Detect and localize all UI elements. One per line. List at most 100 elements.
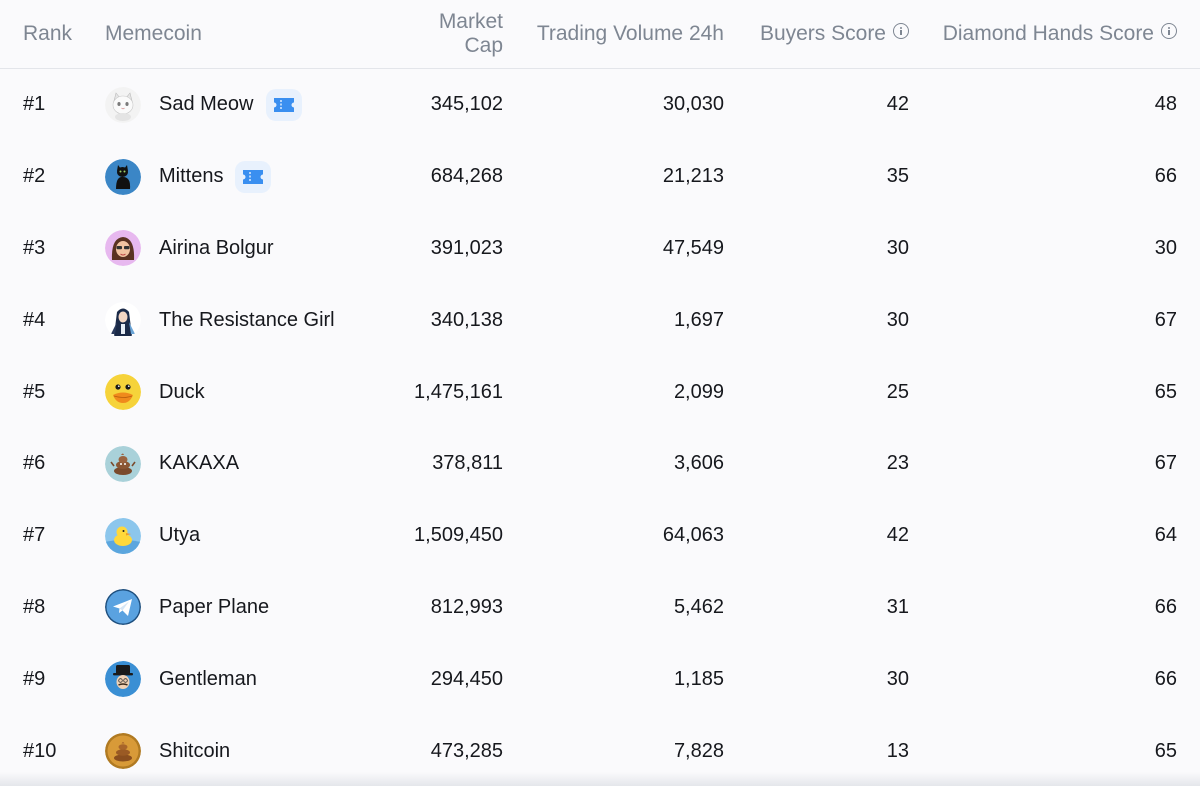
memecoin-name[interactable]: Sad Meow — [159, 93, 254, 116]
trading-volume-cell: 21,213 — [662, 165, 724, 188]
diamond-hands-score-cell: 67 — [1154, 452, 1177, 475]
table-body: #1 Sad Meow 345,102 30,030 42 48 #2 Mittens 684,… — [0, 69, 1200, 786]
buyers-score-cell: 42 — [886, 93, 909, 116]
market-cap-cell: 812,993 — [430, 595, 503, 618]
info-icon[interactable] — [1161, 23, 1177, 39]
trading-volume-cell: 5,462 — [673, 595, 724, 618]
duck-avatar — [105, 374, 141, 411]
header-rank[interactable]: Rank — [0, 22, 105, 46]
ticket-icon — [265, 88, 302, 121]
trading-volume-cell: 1,697 — [673, 308, 724, 331]
buyers-score-cell: 30 — [886, 236, 909, 259]
market-cap-cell: 1,509,450 — [414, 524, 503, 547]
memecoin-cell[interactable]: Mittens — [105, 158, 405, 195]
buyers-score-cell: 23 — [886, 452, 909, 475]
memecoin-cell[interactable]: Duck — [105, 374, 405, 411]
table-header: Rank Memecoin Market Cap Trading Volume … — [0, 0, 1200, 69]
memecoin-cell[interactable]: Utya — [105, 517, 405, 554]
rank-cell: #9 — [23, 667, 46, 690]
memecoin-cell[interactable]: Gentleman — [105, 661, 405, 698]
scroll-fade — [0, 772, 1200, 786]
resistance-girl-avatar — [105, 302, 141, 339]
shitcoin-avatar — [105, 733, 141, 770]
black-cat-avatar — [105, 158, 141, 195]
memecoin-name[interactable]: Utya — [159, 524, 200, 547]
table-row[interactable]: #4 The Resistance Girl 340,138 1,697 30 67 — [0, 284, 1200, 356]
memecoin-cell[interactable]: Sad Meow — [105, 86, 405, 123]
header-market-cap[interactable]: Market Cap — [405, 10, 503, 58]
memecoin-name[interactable]: Airina Bolgur — [159, 237, 274, 260]
table-row[interactable]: #5 Duck 1,475,161 2,099 25 65 — [0, 356, 1200, 428]
market-cap-cell: 294,450 — [430, 667, 503, 690]
market-cap-cell: 684,268 — [430, 165, 503, 188]
memecoin-cell[interactable]: Shitcoin — [105, 733, 405, 770]
paper-plane-avatar — [105, 589, 141, 626]
rank-cell: #4 — [23, 308, 46, 331]
trading-volume-cell: 1,185 — [673, 667, 724, 690]
diamond-hands-score-cell: 48 — [1154, 93, 1177, 116]
diamond-hands-score-cell: 67 — [1154, 308, 1177, 331]
utya-duck-avatar — [105, 517, 141, 554]
memecoin-name[interactable]: Duck — [159, 381, 205, 404]
memecoin-cell[interactable]: Airina Bolgur — [105, 230, 405, 267]
diamond-hands-score-cell: 66 — [1154, 667, 1177, 690]
memecoin-table: Rank Memecoin Market Cap Trading Volume … — [0, 0, 1200, 786]
diamond-hands-score-cell: 65 — [1154, 380, 1177, 403]
rank-cell: #7 — [23, 524, 46, 547]
trading-volume-cell: 47,549 — [662, 236, 724, 259]
market-cap-cell: 1,475,161 — [414, 380, 503, 403]
ticket-icon — [235, 160, 272, 193]
table-row[interactable]: #7 Utya 1,509,450 64,063 42 64 — [0, 500, 1200, 572]
rank-cell: #10 — [23, 739, 57, 762]
rank-cell: #3 — [23, 236, 46, 259]
memecoin-name[interactable]: Gentleman — [159, 668, 257, 691]
table-row[interactable]: #9 Gentleman 294,450 1,185 30 66 — [0, 643, 1200, 715]
trading-volume-cell: 3,606 — [673, 452, 724, 475]
memecoin-name[interactable]: KAKAXA — [159, 452, 239, 475]
diamond-hands-score-cell: 66 — [1154, 595, 1177, 618]
diamond-hands-score-cell: 30 — [1154, 236, 1177, 259]
market-cap-cell: 473,285 — [430, 739, 503, 762]
buyers-score-cell: 35 — [886, 165, 909, 188]
diamond-hands-score-cell: 66 — [1154, 165, 1177, 188]
header-diamond-hands-score[interactable]: Diamond Hands Score — [909, 22, 1177, 46]
table-row[interactable]: #8 Paper Plane 812,993 5,462 31 66 — [0, 572, 1200, 644]
rank-cell: #6 — [23, 452, 46, 475]
diamond-hands-score-cell: 64 — [1154, 524, 1177, 547]
buyers-score-cell: 30 — [886, 308, 909, 331]
buyers-score-cell: 25 — [886, 380, 909, 403]
rank-cell: #8 — [23, 595, 46, 618]
header-diamond-hands-label: Diamond Hands Score — [942, 22, 1154, 45]
trading-volume-cell: 7,828 — [673, 739, 724, 762]
header-trading-volume[interactable]: Trading Volume 24h — [503, 22, 724, 46]
trading-volume-cell: 30,030 — [662, 93, 724, 116]
header-memecoin[interactable]: Memecoin — [105, 22, 405, 46]
memecoin-name[interactable]: Shitcoin — [159, 740, 230, 763]
memecoin-name[interactable]: Paper Plane — [159, 596, 269, 619]
memecoin-name[interactable]: The Resistance Girl — [159, 309, 335, 332]
market-cap-cell: 345,102 — [430, 93, 503, 116]
rank-cell: #2 — [23, 165, 46, 188]
cat-avatar — [105, 86, 141, 123]
table-row[interactable]: #3 Airina Bolgur 391,023 47,549 30 30 — [0, 213, 1200, 285]
table-row[interactable]: #1 Sad Meow 345,102 30,030 42 48 — [0, 69, 1200, 141]
rank-cell: #5 — [23, 380, 46, 403]
table-row[interactable]: #6 KAKAXA 378,811 3,606 23 67 — [0, 428, 1200, 500]
girl-avatar — [105, 230, 141, 267]
market-cap-cell: 378,811 — [432, 452, 503, 475]
info-icon[interactable] — [893, 23, 909, 39]
rank-cell: #1 — [23, 93, 46, 116]
memecoin-cell[interactable]: Paper Plane — [105, 589, 405, 626]
diamond-hands-score-cell: 65 — [1154, 739, 1177, 762]
trading-volume-cell: 64,063 — [662, 524, 724, 547]
trading-volume-cell: 2,099 — [673, 380, 724, 403]
memecoin-cell[interactable]: The Resistance Girl — [105, 302, 405, 339]
memecoin-cell[interactable]: KAKAXA — [105, 445, 405, 482]
memecoin-name[interactable]: Mittens — [159, 165, 223, 188]
header-buyers-score-label: Buyers Score — [759, 22, 886, 45]
buyers-score-cell: 31 — [886, 595, 909, 618]
table-row[interactable]: #2 Mittens 684,268 21,213 35 66 — [0, 141, 1200, 213]
buyers-score-cell: 42 — [886, 524, 909, 547]
kakaxa-avatar — [105, 445, 141, 482]
header-buyers-score[interactable]: Buyers Score — [724, 22, 909, 46]
